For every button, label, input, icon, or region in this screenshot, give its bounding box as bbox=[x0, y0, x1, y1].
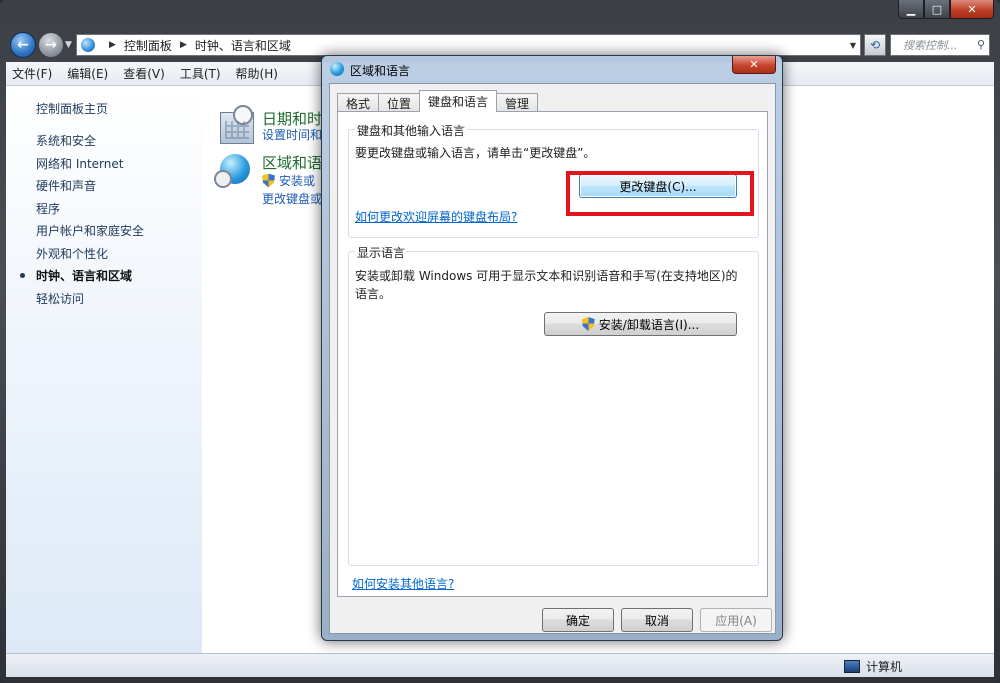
install-language-link-text: 安装或 bbox=[279, 174, 316, 188]
keyboard-group-text: 要更改键盘或输入语言，请单击“更改键盘”。 bbox=[355, 146, 596, 160]
search-icon[interactable]: ⚲ bbox=[977, 38, 985, 51]
minimize-button[interactable]: ▁ bbox=[898, 0, 924, 19]
close-button[interactable]: ✕ bbox=[950, 0, 994, 19]
tab-location[interactable]: 位置 bbox=[378, 93, 421, 112]
uac-shield-icon bbox=[262, 173, 275, 188]
clock-icon bbox=[214, 170, 232, 188]
dialog-close-button[interactable]: ✕ bbox=[732, 56, 776, 74]
welcome-keyboard-layout-link[interactable]: 如何更改欢迎屏幕的键盘布局? bbox=[355, 208, 517, 225]
keyboard-group-label: 键盘和其他输入语言 bbox=[355, 122, 468, 139]
sidebar-item-system-security[interactable]: 系统和安全 bbox=[36, 132, 144, 155]
highlight-box bbox=[566, 171, 754, 216]
status-computer: 计算机 bbox=[843, 658, 902, 675]
window-caption-buttons: ▁ □ ✕ bbox=[898, 0, 994, 19]
clock-icon bbox=[233, 105, 253, 125]
sidebar: 控制面板主页 系统和安全 网络和 Internet 硬件和声音 程序 用户帐户和… bbox=[6, 86, 202, 653]
globe-icon bbox=[330, 62, 344, 76]
tab-strip: 格式 位置 键盘和语言 管理 bbox=[337, 90, 539, 112]
breadcrumb-separator-icon[interactable]: ▶ bbox=[180, 40, 187, 50]
install-uninstall-languages-button[interactable]: 安装/卸载语言(I)... bbox=[544, 312, 737, 336]
breadcrumb-control-panel[interactable]: 控制面板 bbox=[124, 37, 172, 54]
back-button[interactable]: ← bbox=[10, 32, 36, 58]
date-time-link[interactable]: 设置时间和 bbox=[262, 126, 322, 143]
menu-view[interactable]: 查看(V) bbox=[123, 65, 165, 82]
refresh-button[interactable]: ⟲ bbox=[864, 34, 886, 56]
region-icon[interactable] bbox=[214, 154, 254, 188]
breadcrumb-clock-language-region[interactable]: 时钟、语言和区域 bbox=[195, 37, 291, 54]
forward-button[interactable]: → bbox=[38, 32, 64, 58]
sidebar-item-clock-language-region[interactable]: 时钟、语言和区域 bbox=[19, 267, 144, 290]
ok-button[interactable]: 确定 bbox=[542, 608, 614, 632]
calendar-clock-icon[interactable] bbox=[220, 105, 254, 144]
address-bar[interactable]: ▶ 控制面板 ▶ 时钟、语言和区域 ▼ bbox=[76, 34, 861, 56]
menu-help[interactable]: 帮助(H) bbox=[236, 65, 278, 82]
region-language-dialog: 区域和语言 ✕ 格式 位置 键盘和语言 管理 键盘和其他输入语言 要更改键盘或输… bbox=[321, 55, 783, 641]
dialog-title: 区域和语言 bbox=[350, 64, 411, 78]
apply-button[interactable]: 应用(A) bbox=[700, 608, 772, 632]
refresh-icon: ⟲ bbox=[869, 38, 881, 52]
cancel-button[interactable]: 取消 bbox=[621, 608, 693, 632]
change-keyboard-link[interactable]: 更改键盘或 bbox=[262, 190, 322, 207]
sidebar-item-ease-of-access[interactable]: 轻松访问 bbox=[36, 290, 144, 313]
install-language-link[interactable]: 安装或 bbox=[262, 172, 315, 189]
computer-icon bbox=[843, 660, 860, 673]
sidebar-item-programs[interactable]: 程序 bbox=[36, 200, 144, 223]
tab-formats[interactable]: 格式 bbox=[337, 93, 380, 112]
region-language-title[interactable]: 区域和语 bbox=[262, 152, 322, 173]
sidebar-item-user-accounts[interactable]: 用户帐户和家庭安全 bbox=[36, 222, 144, 245]
display-language-text: 安装或卸载 Windows 可用于显示文本和识别语音和手写(在支持地区)的语言。 bbox=[355, 269, 738, 301]
menu-tools[interactable]: 工具(T) bbox=[180, 65, 221, 82]
tab-keyboards-languages[interactable]: 键盘和语言 bbox=[419, 90, 498, 112]
search-placeholder: 搜索控制... bbox=[903, 39, 958, 52]
display-language-group: 显示语言 安装或卸载 Windows 可用于显示文本和识别语音和手写(在支持地区… bbox=[348, 244, 759, 566]
sidebar-category-list: 系统和安全 网络和 Internet 硬件和声音 程序 用户帐户和家庭安全 外观… bbox=[19, 132, 144, 313]
arrow-left-icon: ← bbox=[17, 37, 29, 53]
search-input[interactable]: 搜索控制... ⚲ bbox=[890, 34, 990, 56]
menu-file[interactable]: 文件(F) bbox=[12, 65, 52, 82]
uac-shield-icon bbox=[581, 317, 595, 331]
status-computer-label: 计算机 bbox=[865, 660, 902, 674]
install-other-languages-link[interactable]: 如何安装其他语言? bbox=[352, 575, 454, 592]
maximize-button[interactable]: □ bbox=[924, 0, 950, 19]
address-dropdown-icon[interactable]: ▼ bbox=[850, 41, 856, 50]
recent-pages-dropdown[interactable]: ▼ bbox=[65, 40, 72, 50]
arrow-right-icon: → bbox=[45, 37, 57, 53]
sidebar-item-hardware-sound[interactable]: 硬件和声音 bbox=[36, 177, 144, 200]
sidebar-item-appearance[interactable]: 外观和个性化 bbox=[36, 245, 144, 268]
sidebar-item-network-internet[interactable]: 网络和 Internet bbox=[36, 155, 144, 178]
breadcrumb-separator-icon[interactable]: ▶ bbox=[109, 40, 116, 50]
status-bar: 计算机 bbox=[6, 653, 994, 677]
tab-administrative[interactable]: 管理 bbox=[496, 93, 539, 112]
sidebar-home-link[interactable]: 控制面板主页 bbox=[36, 100, 108, 117]
menu-edit[interactable]: 编辑(E) bbox=[67, 65, 108, 82]
display-language-label: 显示语言 bbox=[355, 244, 408, 261]
install-uninstall-languages-label: 安装/卸载语言(I)... bbox=[598, 317, 700, 332]
control-panel-icon bbox=[81, 38, 95, 52]
dialog-body: 格式 位置 键盘和语言 管理 键盘和其他输入语言 要更改键盘或输入语言，请单击“… bbox=[329, 83, 776, 634]
